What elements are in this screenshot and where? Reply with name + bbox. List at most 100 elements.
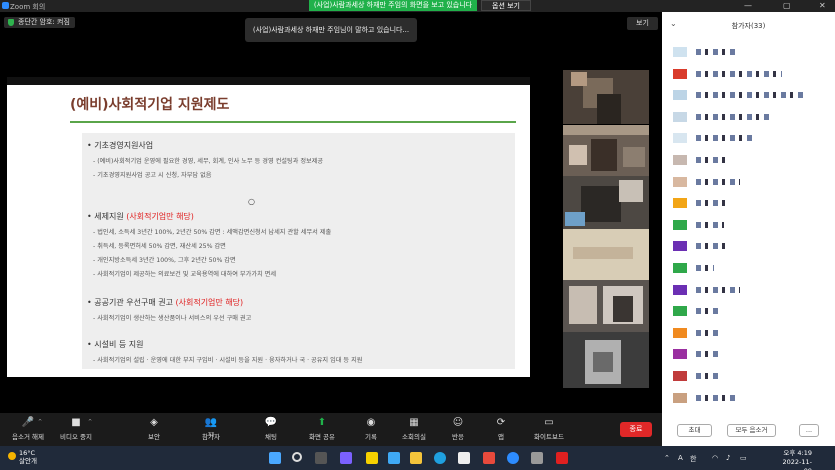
encryption-badge[interactable]: 종단간 암호: 켜짐 (4, 17, 75, 28)
participant-row[interactable] (670, 392, 830, 403)
video-tile[interactable] (563, 229, 649, 285)
breakout-rooms-icon: ▦ (409, 417, 419, 428)
app-icon[interactable] (531, 452, 543, 464)
participant-row[interactable] (670, 68, 830, 79)
participant-name-redacted (696, 373, 718, 379)
participant-row[interactable] (670, 241, 830, 252)
slide-bullet: - 취득세, 등록면허세 50% 감면, 재산세 25% 감면 (93, 243, 226, 250)
security-button[interactable]: ◈ 보안 (124, 417, 184, 441)
apps-icon: ⟳ (496, 417, 506, 428)
participants-button[interactable]: 👥33 참가자 (181, 417, 241, 441)
participant-row[interactable] (670, 349, 830, 360)
participant-name-redacted (696, 329, 722, 336)
whiteboard-button[interactable]: ▭ 화이트보드 (519, 417, 579, 441)
participant-row[interactable] (670, 111, 830, 122)
screen-share-banner: (사업)사람과세상 하재만 주임의 화면을 보고 있습니다 (309, 0, 477, 11)
participant-row[interactable] (670, 155, 830, 165)
slide-bullet: - 기초경영지원사업 공고 시 신청, 자부담 없음 (93, 172, 212, 179)
minimize-icon[interactable]: — (744, 1, 752, 10)
edge-icon[interactable] (434, 452, 446, 464)
search-icon[interactable] (292, 452, 302, 462)
slide-section: • 공공기관 우선구매 권고 (사회적기업만 해당) - 사회적기업이 생산하는… (82, 297, 515, 322)
participant-row[interactable] (670, 133, 830, 144)
participant-name-redacted (696, 157, 726, 163)
app-title: Zoom 회의 (10, 3, 46, 11)
participant-row[interactable] (670, 47, 830, 57)
video-tile[interactable] (563, 332, 649, 388)
slide-section: • 기초경영지원사업 - (예비)사회적기업 운영에 필요한 경영, 세무, 회… (82, 140, 515, 179)
cursor-marker: ○ (248, 197, 255, 206)
start-menu-icon[interactable] (269, 452, 281, 464)
slide-section-heading: • 공공기관 우선구매 권고 (사회적기업만 해당) (87, 298, 244, 307)
participant-row[interactable] (670, 198, 830, 209)
microphone-muted-icon: 🎤 (21, 417, 35, 428)
participant-avatar (673, 176, 687, 187)
participant-row[interactable] (670, 327, 830, 338)
participant-row[interactable] (670, 176, 830, 187)
tray-language[interactable]: A (678, 454, 683, 462)
video-tile[interactable] (563, 280, 649, 336)
video-tile[interactable] (563, 176, 649, 232)
participant-row[interactable] (670, 284, 830, 295)
slide-section: • 시설비 등 지원 - 사회적기업의 설립 · 운영에 대한 부지 구입비 ·… (82, 339, 515, 364)
app-icon[interactable] (458, 452, 470, 464)
file-explorer-icon[interactable] (410, 452, 422, 464)
slide-section-heading: • 세제지원 (사회적기업만 해당) (87, 212, 194, 221)
participant-avatar (673, 263, 687, 273)
teams-chat-icon[interactable] (340, 452, 352, 464)
app-icon[interactable] (483, 452, 495, 464)
mute-all-button[interactable]: 모두 음소거 (727, 424, 776, 437)
video-options-chevron-icon[interactable]: ^ (88, 419, 92, 425)
participant-row[interactable] (670, 219, 830, 230)
video-camera-icon: ■ (71, 417, 81, 428)
clock-date: 2022-11-09 (782, 458, 812, 470)
speaker-icon[interactable]: ♪ (726, 454, 730, 462)
slide-title-rule (70, 121, 516, 123)
zoom-icon[interactable] (507, 452, 519, 464)
more-options-button[interactable]: ... (799, 424, 819, 437)
participant-name-redacted (696, 113, 772, 120)
slide-section: • 세제지원 (사회적기업만 해당) - 법인세, 소득세 3년간 100%, … (82, 211, 515, 278)
participants-panel-header: ⌄ 참가자(33) (662, 12, 835, 38)
kakaotalk-icon[interactable] (366, 452, 378, 464)
view-options-button[interactable]: 옵션 보기 (481, 0, 531, 11)
participant-name-redacted (696, 351, 720, 358)
acrobat-icon[interactable] (556, 452, 568, 464)
participant-name-redacted (696, 394, 736, 401)
close-icon[interactable]: ✕ (819, 1, 826, 10)
taskbar-clock[interactable]: 오후 4:19 2022-11-09 (776, 449, 812, 470)
invite-button[interactable]: 초대 (677, 424, 712, 437)
stop-video-button[interactable]: ■ 비디오 중지 (46, 417, 106, 441)
task-view-icon[interactable] (315, 452, 327, 464)
participant-row[interactable] (670, 371, 830, 381)
participants-title: 참가자(33) (731, 22, 766, 30)
view-layout-button[interactable]: 보기 (627, 17, 658, 30)
wifi-icon[interactable]: ◠ (712, 454, 718, 462)
ime-indicator[interactable]: 한 (690, 454, 696, 464)
tray-chevron-icon[interactable]: ⌃ (664, 454, 670, 462)
participant-row[interactable] (670, 90, 830, 101)
slide-section-heading: • 시설비 등 지원 (87, 340, 144, 349)
audio-options-chevron-icon[interactable]: ^ (38, 419, 42, 425)
participant-row[interactable] (670, 306, 830, 317)
share-screen-icon: ⬆ (317, 417, 327, 428)
record-icon: ◉ (366, 417, 376, 428)
participant-avatar (673, 306, 687, 317)
clock-time: 오후 4:19 (783, 449, 812, 457)
participant-row[interactable] (670, 263, 830, 273)
end-meeting-button[interactable]: 종료 (620, 422, 652, 437)
participant-avatar (673, 47, 687, 57)
video-tile[interactable] (563, 125, 649, 179)
maximize-icon[interactable]: ▢ (783, 1, 791, 10)
slide-bullet: - 법인세, 소득세 3년간 100%, 2년간 50% 감면 : 세액감면신청… (93, 229, 332, 236)
slide-section-heading: • 기초경영지원사업 (87, 141, 154, 150)
slide-top-bar (7, 77, 530, 85)
participant-name-redacted (696, 243, 726, 250)
app-icon[interactable] (388, 452, 400, 464)
video-tile[interactable] (563, 70, 649, 124)
participant-name-redacted (696, 49, 736, 55)
participant-avatar (673, 111, 687, 122)
battery-icon[interactable]: ▭ (740, 454, 747, 462)
weather-sun-icon (8, 452, 16, 460)
shared-screen-slide: (예비)사회적기업 지원제도 • 기초경영지원사업 - (예비)사회적기업 운영… (7, 77, 530, 377)
